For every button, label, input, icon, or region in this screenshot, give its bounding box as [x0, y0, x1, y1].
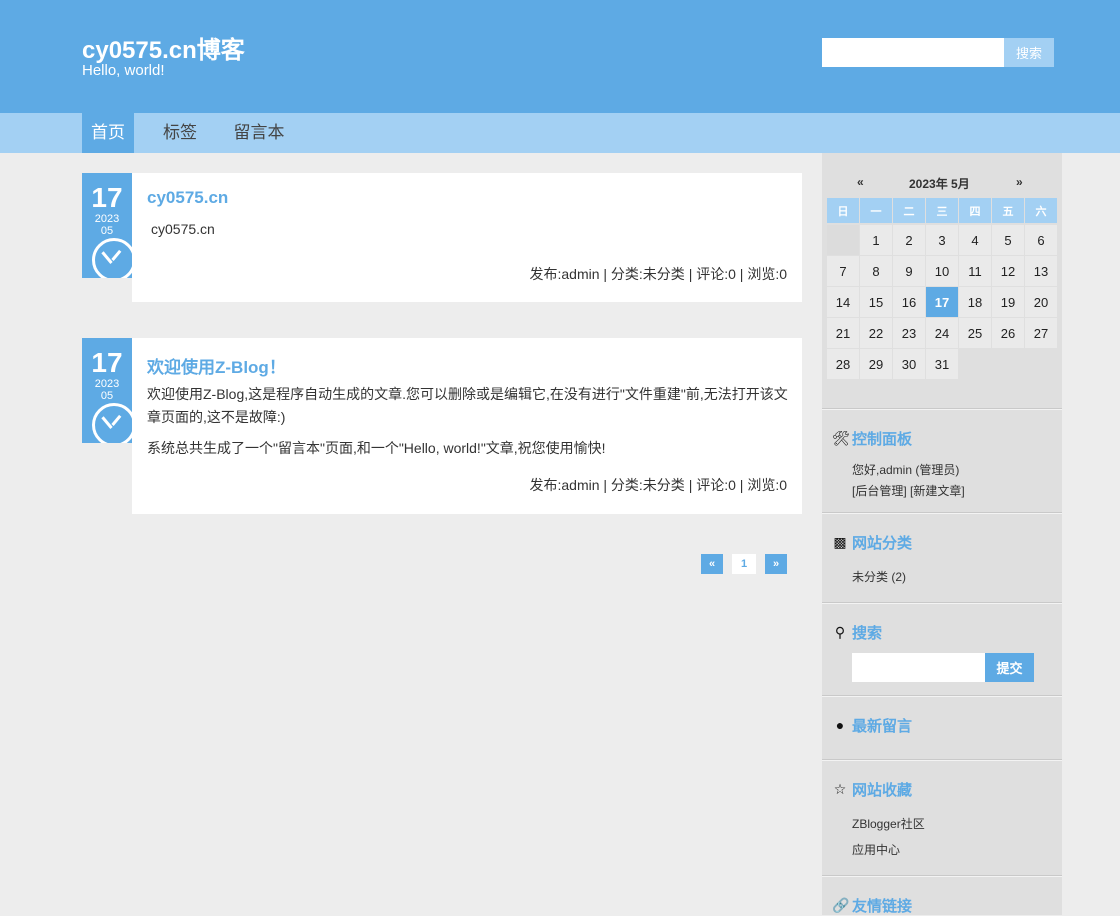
post-title[interactable]: 欢迎使用Z-Blog！ — [147, 353, 286, 378]
clock-icon — [92, 238, 132, 278]
control-greeting: 您好,admin (管理员) — [852, 463, 960, 477]
calendar-day[interactable]: 20 — [1025, 287, 1057, 317]
site-title[interactable]: cy0575.cn博客 — [82, 30, 245, 65]
calendar-day[interactable]: 18 — [959, 287, 991, 317]
sidebar-divider — [822, 408, 1062, 409]
favorite-link[interactable]: ZBlogger社区 — [852, 815, 925, 832]
calendar-day[interactable]: 11 — [959, 256, 991, 286]
calendar-weekday: 三 — [926, 198, 958, 223]
nav-item-tags[interactable]: 标签 — [154, 113, 206, 153]
site-subtitle: Hello, world! — [82, 62, 165, 79]
calendar-day[interactable]: 16 — [893, 287, 925, 317]
sidebar-divider — [822, 602, 1062, 603]
calendar-day[interactable]: 10 — [926, 256, 958, 286]
calendar-day[interactable]: 22 — [860, 318, 892, 348]
calendar-day[interactable]: 21 — [827, 318, 859, 348]
calendar-day-today[interactable]: 17 — [926, 287, 958, 317]
post-body: 系统总共生成了一个"留言本"页面,和一个"Hello, world!"文章,祝您… — [147, 440, 606, 456]
search-icon: ⚲ — [834, 624, 846, 640]
calendar-day[interactable]: 28 — [827, 349, 859, 379]
calendar-day[interactable]: 14 — [827, 287, 859, 317]
calendar-weekday: 日 — [827, 198, 859, 223]
calendar-day[interactable]: 7 — [827, 256, 859, 286]
site-header: cy0575.cn博客 Hello, world! 搜索 — [0, 0, 1120, 113]
calendar-weekday: 二 — [893, 198, 925, 223]
link-icon: 🔗 — [832, 897, 850, 913]
sidebar-search-input[interactable] — [852, 653, 985, 682]
sidebar-title-control: 控制面板 — [852, 431, 913, 448]
calendar-weekday: 六 — [1025, 198, 1057, 223]
post-meta: 发布:admin | 分类:未分类 | 评论:0 | 浏览:0 — [529, 477, 787, 493]
sidebar: « 2023年 5月 » 日一二三四五六 1 2 3 4 5 6 7 8 9 10 11 12 13 14 1… — [822, 153, 1062, 915]
favorite-link[interactable]: 应用中心 — [852, 841, 900, 858]
nav-item-home[interactable]: 首页 — [82, 113, 134, 153]
calendar-day[interactable]: 1 — [860, 225, 892, 255]
post-body: 欢迎使用Z-Blog,这是程序自动生成的文章.您可以删除或是编辑它,在没有进行"… — [147, 386, 788, 425]
calendar-day[interactable]: 4 — [959, 225, 991, 255]
speech-bubble-icon: ● — [835, 717, 845, 733]
calendar-day[interactable]: 26 — [992, 318, 1024, 348]
post-body: cy0575.cn — [151, 221, 215, 237]
calendar-day[interactable]: 30 — [893, 349, 925, 379]
post-meta: 发布:admin | 分类:未分类 | 评论:0 | 浏览:0 — [529, 266, 787, 282]
post-date-year: 2023 — [94, 378, 120, 390]
calendar-day[interactable]: 29 — [860, 349, 892, 379]
sidebar-title-links: 友情链接 — [852, 898, 913, 915]
star-icon: ☆ — [833, 781, 847, 797]
calendar-day[interactable]: 31 — [926, 349, 958, 379]
header-search-input[interactable] — [822, 38, 1004, 67]
post-date-year: 2023 — [94, 213, 120, 225]
calendar-weekday: 五 — [992, 198, 1024, 223]
post-date-badge: 17 2023 05 — [82, 338, 132, 443]
calendar-day[interactable]: 24 — [926, 318, 958, 348]
calendar-title: 2023年 5月 — [909, 177, 970, 191]
post-card: 欢迎使用Z-Blog！ 欢迎使用Z-Blog,这是程序自动生成的文章.您可以删除… — [132, 338, 802, 514]
sidebar-divider — [822, 695, 1062, 696]
post-card: cy0575.cn cy0575.cn 发布:admin | 分类:未分类 | … — [132, 173, 802, 302]
calendar-day[interactable]: 15 — [860, 287, 892, 317]
calendar-day[interactable]: 12 — [992, 256, 1024, 286]
calendar-day[interactable]: 5 — [992, 225, 1024, 255]
sidebar-search-submit[interactable]: 提交 — [985, 653, 1034, 682]
calendar-weekday: 四 — [959, 198, 991, 223]
sidebar-title-search: 搜索 — [852, 625, 883, 642]
post-date-month: 05 — [100, 390, 114, 402]
calendar-day[interactable]: 23 — [893, 318, 925, 348]
calendar-day[interactable]: 27 — [1025, 318, 1057, 348]
pagination-prev[interactable]: « — [701, 554, 723, 574]
sidebar-divider — [822, 875, 1062, 876]
calendar-day[interactable]: 13 — [1025, 256, 1057, 286]
post-date-month: 05 — [100, 225, 114, 237]
sidebar-title-comments: 最新留言 — [852, 718, 913, 735]
control-admin-links[interactable]: [后台管理] [新建文章] — [852, 482, 965, 499]
calendar-next-month[interactable]: » — [1016, 175, 1023, 189]
post-date-day: 17 — [91, 182, 123, 213]
calendar-day[interactable]: 2 — [893, 225, 925, 255]
sidebar-divider — [822, 759, 1062, 760]
post-date-badge: 17 2023 05 — [82, 173, 132, 278]
category-icon: ▩ — [833, 534, 847, 550]
calendar-day[interactable]: 8 — [860, 256, 892, 286]
calendar-day[interactable]: 9 — [893, 256, 925, 286]
sidebar-title-favorites: 网站收藏 — [852, 782, 913, 799]
clock-icon — [92, 403, 132, 443]
category-item[interactable]: 未分类 (2) — [852, 568, 906, 585]
calendar-prev-month[interactable]: « — [857, 175, 864, 189]
calendar-empty-cell — [827, 225, 859, 255]
sidebar-divider — [822, 512, 1062, 513]
pagination-page-1[interactable]: 1 — [732, 554, 756, 574]
calendar-day[interactable]: 6 — [1025, 225, 1057, 255]
post-date-day: 17 — [91, 347, 123, 378]
tools-icon: 🛠 — [832, 430, 850, 446]
calendar-day[interactable]: 19 — [992, 287, 1024, 317]
calendar-day[interactable]: 3 — [926, 225, 958, 255]
calendar-day[interactable]: 25 — [959, 318, 991, 348]
header-search-button[interactable]: 搜索 — [1004, 38, 1054, 67]
sidebar-title-categories: 网站分类 — [852, 535, 913, 552]
calendar-weekday: 一 — [860, 198, 892, 223]
pagination-next[interactable]: » — [765, 554, 787, 574]
post-title[interactable]: cy0575.cn — [147, 188, 228, 208]
main-nav: 首页 标签 留言本 — [0, 113, 1120, 153]
nav-item-guestbook[interactable]: 留言本 — [226, 113, 292, 153]
